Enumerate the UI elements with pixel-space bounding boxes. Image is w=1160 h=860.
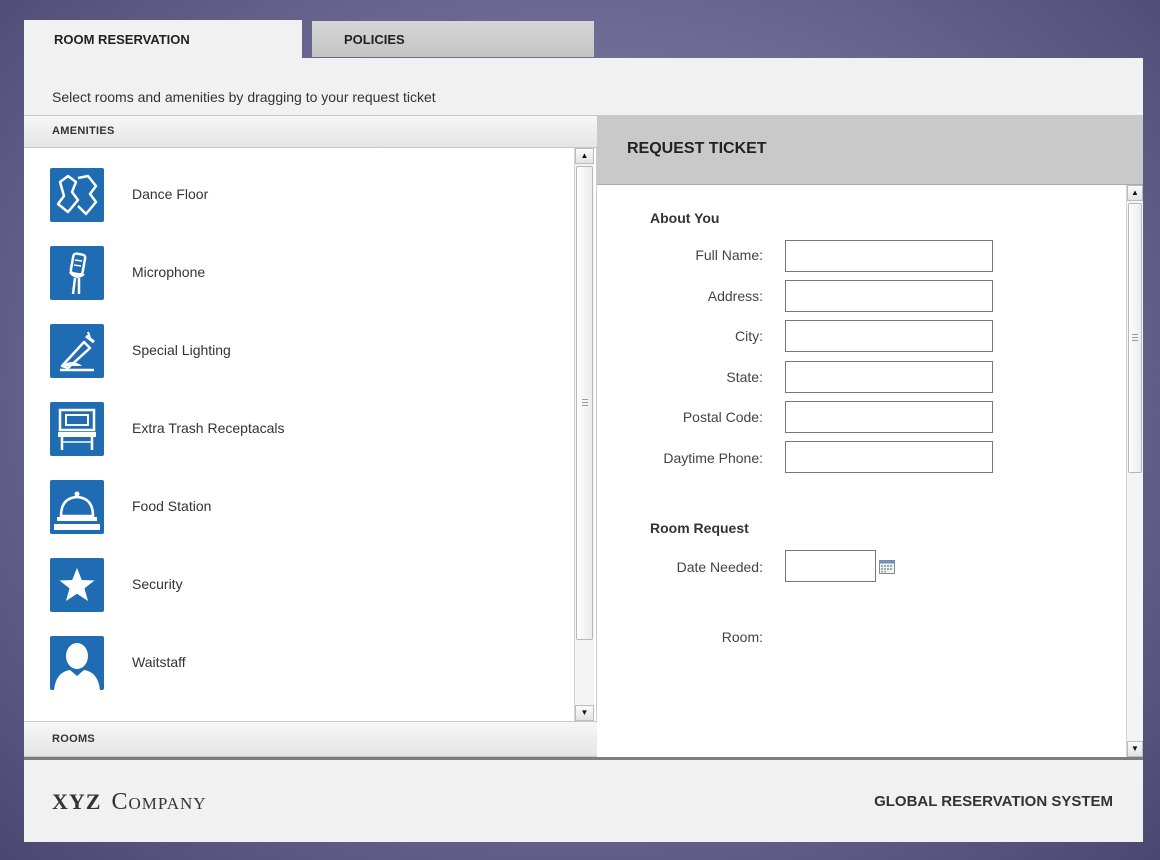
ticket-scrollbar[interactable]: ▲ ▼ — [1126, 185, 1143, 757]
microphone-icon — [50, 246, 104, 300]
full-name-field[interactable] — [785, 240, 993, 272]
star-icon — [50, 558, 104, 612]
amenity-extra-trash[interactable]: Extra Trash Receptacals — [50, 402, 570, 456]
amenity-label: Microphone — [132, 264, 206, 280]
grip-icon — [581, 399, 588, 407]
full-name-label: Full Name: — [695, 247, 763, 263]
scroll-down-button[interactable]: ▼ — [575, 705, 594, 721]
address-field[interactable] — [785, 280, 993, 312]
grip-icon — [1132, 334, 1138, 342]
amenity-special-lighting[interactable]: Special Lighting — [50, 324, 570, 378]
amenity-security[interactable]: Security — [50, 558, 570, 612]
request-ticket-header: REQUEST TICKET — [597, 115, 1143, 185]
scroll-thumb[interactable] — [576, 166, 593, 640]
scroll-up-button[interactable]: ▲ — [575, 148, 594, 164]
person-icon — [50, 636, 104, 690]
amenity-dance-floor[interactable]: Dance Floor — [50, 168, 570, 222]
amenity-microphone[interactable]: Microphone — [50, 246, 570, 300]
amenity-label: Waitstaff — [132, 654, 186, 670]
amenities-scrollbar[interactable]: ▲ ▼ — [574, 148, 594, 721]
amenities-header[interactable]: AMENITIES — [24, 115, 597, 148]
scroll-up-button[interactable]: ▲ — [1127, 185, 1143, 201]
about-you-heading: About You — [650, 210, 720, 226]
dance-floor-icon — [50, 168, 104, 222]
instructions-text: Select rooms and amenities by dragging t… — [52, 89, 436, 105]
logo-bold-text: XYZ — [52, 789, 102, 814]
address-label: Address: — [707, 288, 763, 304]
amenity-waitstaff[interactable]: Waitstaff — [50, 636, 570, 690]
lighting-icon — [50, 324, 104, 378]
amenity-label: Extra Trash Receptacals — [132, 420, 285, 436]
company-logo: XYZ Company — [52, 789, 207, 816]
amenity-food-station[interactable]: Food Station — [50, 480, 570, 534]
room-request-heading: Room Request — [650, 520, 749, 536]
date-needed-label: Date Needed: — [676, 559, 763, 575]
scroll-thumb[interactable] — [1128, 203, 1142, 473]
city-label: City: — [735, 328, 763, 344]
postal-code-label: Postal Code: — [682, 409, 763, 425]
food-station-icon — [50, 480, 104, 534]
state-field[interactable] — [785, 361, 993, 393]
daytime-phone-label: Daytime Phone: — [663, 450, 763, 466]
trash-receptacle-icon — [50, 402, 104, 456]
date-needed-field[interactable] — [785, 550, 876, 582]
request-ticket-form: About You Full Name: Address: City: Stat… — [597, 185, 1143, 757]
amenity-label: Special Lighting — [132, 342, 231, 358]
logo-text: Company — [111, 789, 207, 815]
scroll-down-button[interactable]: ▼ — [1127, 741, 1143, 757]
main-panel: Select rooms and amenities by dragging t… — [24, 58, 1143, 842]
tab-room-reservation[interactable]: ROOM RESERVATION — [24, 20, 302, 60]
daytime-phone-field[interactable] — [785, 441, 993, 473]
amenities-list: Dance Floor Microphone Special Lighting … — [24, 148, 597, 721]
system-name: GLOBAL RESERVATION SYSTEM — [874, 793, 1113, 810]
state-label: State: — [726, 369, 763, 385]
amenity-label: Security — [132, 576, 183, 592]
rooms-header[interactable]: ROOMS — [24, 721, 597, 757]
room-label: Room: — [721, 629, 763, 645]
footer-divider — [24, 757, 1143, 760]
amenity-label: Food Station — [132, 498, 212, 514]
calendar-icon[interactable] — [879, 560, 895, 574]
tab-policies[interactable]: POLICIES — [312, 21, 594, 57]
city-field[interactable] — [785, 320, 993, 352]
amenity-label: Dance Floor — [132, 186, 209, 202]
postal-code-field[interactable] — [785, 401, 993, 433]
